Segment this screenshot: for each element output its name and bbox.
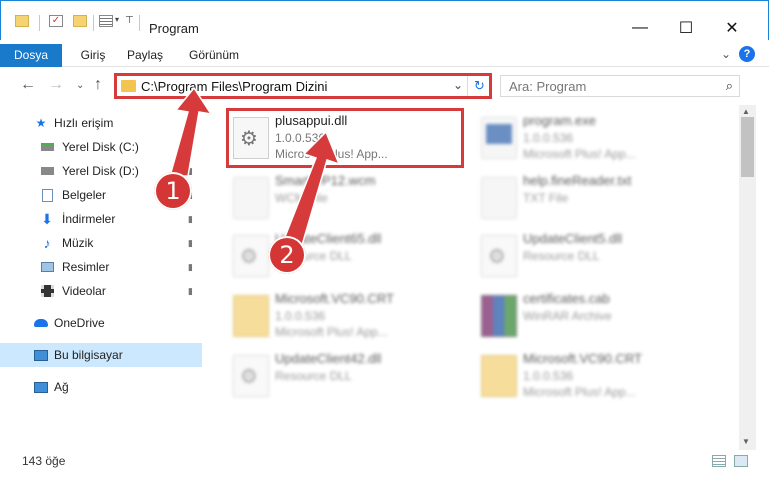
annotation-arrows xyxy=(169,86,341,254)
step-2-badge: 2 xyxy=(268,236,306,274)
arrow-2-icon xyxy=(282,130,341,254)
arrow-1-icon xyxy=(169,86,213,177)
step-1-badge: 1 xyxy=(154,172,192,210)
